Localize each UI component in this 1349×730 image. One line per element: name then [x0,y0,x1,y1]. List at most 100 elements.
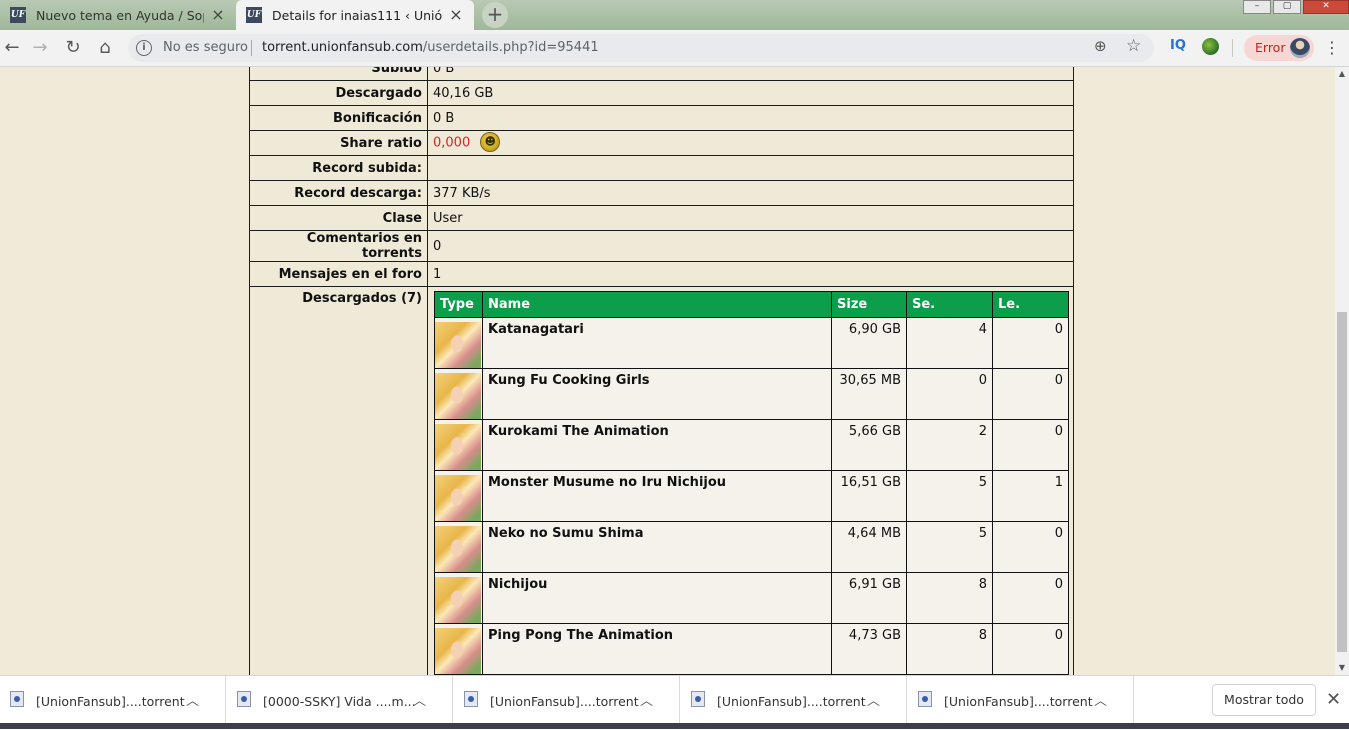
torrent-leechers: 0 [992,419,1069,471]
iq-extension-icon[interactable]: IQ [1170,38,1186,53]
new-tab-button[interactable]: + [482,2,508,28]
ratio-number: 0,000 [433,135,471,151]
page-scrollbar[interactable]: ▲ ▼ [1335,67,1349,675]
unionfansub-favicon-icon: UF [246,7,262,23]
col-type[interactable]: Type [434,291,483,318]
row-label: Clase [249,205,428,231]
col-name[interactable]: Name [482,291,832,318]
row-value: 0 [427,230,1074,262]
downloads-cell: Type Name Size Se. Le. Katanagatari 6,90… [427,286,1074,675]
close-icon[interactable]: ✕ [1326,688,1341,712]
torrent-name-link[interactable]: Ping Pong The Animation [482,623,832,675]
torrent-name-link[interactable]: Neko no Sumu Shima [482,521,832,573]
user-details-table: Subido 0 B Descargado 40,16 GB Bonificac… [249,67,1074,675]
info-icon[interactable]: i [136,40,152,56]
avatar [1290,38,1310,58]
scrollbar-thumb[interactable] [1337,312,1347,652]
close-icon[interactable]: × [210,7,226,23]
show-all-downloads-button[interactable]: Mostrar todo [1212,684,1316,716]
tab-user-details[interactable]: UF Details for inaias111 ‹ Unión Fansub … [236,0,474,30]
security-label[interactable]: No es seguro [163,40,248,55]
chevron-up-icon[interactable]: ︿ [186,690,199,709]
download-shelf: [UnionFansub]....torrent ︿ [0000-SSKY] V… [0,675,1349,730]
torrent-file-icon [691,691,705,707]
tab-nuevo-tema[interactable]: UF Nuevo tema en Ayuda / Soporte × [0,0,236,30]
row-label: Record descarga: [249,180,428,206]
col-seeders[interactable]: Se. [906,291,993,318]
scroll-down-icon[interactable]: ▼ [1335,661,1349,675]
torrent-name-link[interactable]: Kung Fu Cooking Girls [482,368,832,420]
bookmark-star-icon[interactable]: ☆ [1126,36,1141,56]
forward-arrow-icon[interactable]: → [28,36,52,60]
download-filename: [UnionFansub]....torrent [944,694,1093,709]
profile-row: Record descarga: 377 KB/s [249,180,1074,206]
download-item[interactable]: [UnionFansub]....torrent ︿ [681,676,907,724]
torrent-size: 4,73 GB [831,623,907,675]
reload-icon[interactable]: ↻ [61,36,85,60]
minimize-button[interactable]: – [1243,0,1271,14]
table-row: Kung Fu Cooking Girls 30,65 MB 0 0 [434,368,1069,420]
scroll-up-icon[interactable]: ▲ [1335,67,1349,81]
globe-extension-icon[interactable] [1202,38,1219,55]
download-item[interactable]: [UnionFansub]....torrent ︿ [454,676,680,724]
window-close-button[interactable]: ✕ [1303,0,1349,14]
chevron-up-icon[interactable]: ︿ [640,690,653,709]
category-thumbnail[interactable] [434,317,483,369]
profile-error-button[interactable]: Error [1244,35,1314,61]
row-label: Record subida: [249,155,428,181]
table-row: Monster Musume no Iru Nichijou 16,51 GB … [434,470,1069,522]
anime-category-icon [435,577,481,623]
torrent-leechers: 0 [992,521,1069,573]
torrent-name-link[interactable]: Monster Musume no Iru Nichijou [482,470,832,522]
torrent-name-link[interactable]: Nichijou [482,572,832,624]
profile-row: Record subida: [249,155,1074,181]
torrent-name-link[interactable]: Kurokami The Animation [482,419,832,471]
maximize-button[interactable]: ▢ [1273,0,1301,14]
category-thumbnail[interactable] [434,572,483,624]
back-arrow-icon[interactable]: ← [0,36,24,60]
download-filename: [UnionFansub]....torrent [36,694,185,709]
zoom-icon[interactable]: ⊕ [1094,37,1107,55]
category-thumbnail[interactable] [434,368,483,420]
table-row: Katanagatari 6,90 GB 4 0 [434,317,1069,369]
row-value: 1 [427,261,1074,287]
document-file-icon [237,691,251,707]
page-viewport: Subido 0 B Descargado 40,16 GB Bonificac… [0,67,1335,675]
category-thumbnail[interactable] [434,470,483,522]
torrent-leechers: 0 [992,317,1069,369]
torrent-leechers: 0 [992,572,1069,624]
download-item[interactable]: [UnionFansub]....torrent ︿ [0,676,226,724]
home-icon[interactable]: ⌂ [93,36,117,60]
category-thumbnail[interactable] [434,419,483,471]
chevron-up-icon[interactable]: ︿ [867,690,880,709]
more-menu-icon[interactable]: ⋮ [1324,38,1340,58]
anime-category-icon [435,322,481,368]
close-icon[interactable]: × [448,7,464,23]
profile-row: Mensajes en el foro 1 [249,261,1074,287]
col-size[interactable]: Size [831,291,907,318]
row-label: Bonificación [249,105,428,131]
col-leechers[interactable]: Le. [992,291,1069,318]
profile-row: Descargado 40,16 GB [249,80,1074,106]
chevron-up-icon[interactable]: ︿ [413,690,426,709]
url-text[interactable]: torrent.unionfansub.com/userdetails.php?… [262,40,599,55]
downloads-row: Descargados (7) Type Name Size Se. Le. K… [249,286,1074,675]
download-item[interactable]: [0000-SSKY] Vida ....m... ︿ [227,676,453,724]
category-thumbnail[interactable] [434,623,483,675]
category-thumbnail[interactable] [434,521,483,573]
download-filename: [UnionFansub]....torrent [490,694,639,709]
row-value: 40,16 GB [427,80,1074,106]
profile-row: Bonificación 0 B [249,105,1074,131]
torrent-name-link[interactable]: Katanagatari [482,317,832,369]
row-label: Share ratio [249,130,428,156]
anime-category-icon [435,475,481,521]
chevron-up-icon[interactable]: ︿ [1094,690,1107,709]
os-taskbar [0,723,1349,729]
download-item[interactable]: [UnionFansub]....torrent ︿ [908,676,1134,724]
torrent-leechers: 0 [992,368,1069,420]
browser-toolbar: ← → ↻ ⌂ i No es seguro torrent.unionfans… [0,30,1349,67]
row-value: 0 B [427,67,1074,81]
divider [1232,39,1233,57]
address-bar[interactable]: i No es seguro torrent.unionfansub.com/u… [128,34,1154,62]
url-path: /userdetails.php?id=95441 [422,40,599,55]
